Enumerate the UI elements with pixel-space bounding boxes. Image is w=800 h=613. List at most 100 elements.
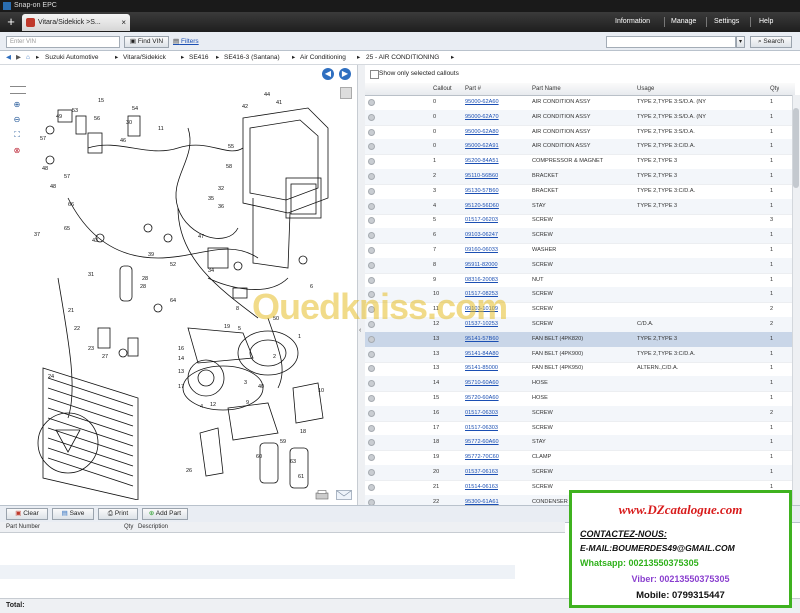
col-qty[interactable]: Qty	[124, 522, 133, 532]
callout-label[interactable]: 18	[300, 429, 306, 435]
zoom-in-icon[interactable]: ⊕	[12, 100, 22, 110]
close-icon[interactable]: ×	[121, 14, 126, 31]
callout-label[interactable]: 4	[200, 404, 203, 410]
table-row[interactable]: 1 95200-84A51 COMPRESSOR & MAGNET TYPE 2,TY…	[365, 154, 795, 171]
callout-label[interactable]: 39	[148, 252, 154, 258]
select-radio[interactable]	[368, 395, 375, 402]
menu-lines-icon[interactable]	[10, 86, 26, 94]
table-row[interactable]: 6 09103-06247 SCREW 1	[365, 228, 795, 245]
callout-label[interactable]: 47	[198, 234, 204, 240]
breadcrumb-item[interactable]: Suzuki Automotive	[45, 51, 98, 64]
select-radio[interactable]	[368, 469, 375, 476]
callout-label[interactable]: 57	[40, 136, 46, 142]
callout-label[interactable]: 48	[50, 184, 56, 190]
callout-label[interactable]: 16	[178, 346, 184, 352]
zoom-out-icon[interactable]: ⊖	[12, 115, 22, 125]
select-radio[interactable]	[368, 261, 375, 269]
callout-label[interactable]: 59	[280, 439, 286, 445]
callout-label[interactable]: 48	[42, 166, 48, 172]
callout-label[interactable]: 63	[290, 459, 296, 465]
table-row[interactable]: 18 95772-60A60 STAY 1	[365, 435, 795, 452]
callout-label[interactable]: 40	[258, 384, 264, 390]
menu-information[interactable]: Information	[615, 12, 650, 32]
callout-label[interactable]: 28	[140, 284, 146, 290]
cell-part-number-link[interactable]: 95300-61A61	[465, 495, 499, 505]
table-row[interactable]: 17 01517-06303 SCREW 1	[365, 421, 795, 437]
callout-label[interactable]: 35	[208, 196, 214, 202]
callout-label[interactable]: 12	[210, 402, 216, 408]
callout-label[interactable]: 64	[170, 298, 176, 304]
splitter-arrow-icon[interactable]: ‹	[359, 327, 361, 334]
col-usage[interactable]: Usage	[637, 83, 654, 95]
table-row[interactable]: 15 95720-60A60 HOSE 1	[365, 391, 795, 407]
callout-label[interactable]: 3	[244, 380, 247, 386]
cell-part-number-link[interactable]: 95141-57B60	[465, 332, 499, 347]
breadcrumb-item[interactable]: Air Conditioning	[300, 51, 346, 64]
col-part-number[interactable]: Part Number	[6, 522, 40, 532]
breadcrumb-item[interactable]: SE416	[189, 51, 209, 64]
cell-part-number-link[interactable]: 95000-62A60	[465, 95, 499, 110]
forward-arrow-icon[interactable]: ▶	[16, 51, 21, 64]
cell-part-number-link[interactable]: 95120-56D60	[465, 199, 499, 214]
callout-label[interactable]: 14	[178, 356, 184, 362]
vin-input[interactable]: Enter VIN	[6, 36, 120, 48]
select-radio[interactable]	[368, 173, 375, 180]
cell-part-number-link[interactable]: 95110-56B60	[465, 169, 498, 184]
callout-label[interactable]: 13	[178, 369, 184, 375]
print-diagram-icon[interactable]	[315, 490, 329, 500]
cell-part-number-link[interactable]: 09160-06033	[465, 243, 498, 258]
callout-label[interactable]: 2	[273, 354, 276, 360]
next-page-icon[interactable]: ▶	[339, 68, 351, 80]
table-row[interactable]: 20 01537-06163 SCREW 1	[365, 465, 795, 481]
cell-part-number-link[interactable]: 95000-62A70	[465, 110, 499, 125]
select-radio[interactable]	[368, 350, 375, 358]
callout-label[interactable]: 36	[218, 204, 224, 210]
callout-label[interactable]: 8	[236, 306, 239, 312]
callout-label[interactable]: 43	[92, 238, 98, 244]
cell-part-number-link[interactable]: 01537-06163	[465, 465, 498, 480]
chevron-down-icon[interactable]: ▾	[736, 36, 745, 48]
callout-label[interactable]: 41	[276, 100, 282, 106]
callout-label[interactable]: 58	[226, 164, 232, 170]
selected-parts-list[interactable]	[0, 533, 565, 598]
select-radio[interactable]	[368, 99, 375, 106]
home-icon[interactable]: ⌂	[26, 51, 30, 64]
callout-label[interactable]: 60	[256, 454, 262, 460]
callout-label[interactable]: 17	[178, 384, 184, 390]
menu-manage[interactable]: Manage	[671, 12, 696, 32]
callout-label[interactable]: 27	[102, 354, 108, 360]
table-row[interactable]: 19 95772-70C60 CLAMP 1	[365, 450, 795, 467]
callout-label[interactable]: 21	[68, 308, 74, 314]
select-radio[interactable]	[368, 276, 375, 284]
show-selected-checkbox[interactable]	[370, 70, 379, 79]
table-row[interactable]: 5 01517-06203 SCREW 3	[365, 213, 795, 230]
select-radio[interactable]	[368, 113, 375, 121]
table-row[interactable]: 4 95120-56D60 STAY TYPE 2,TYPE 3 1	[365, 198, 795, 215]
callout-label[interactable]: 15	[98, 98, 104, 104]
list-row[interactable]	[0, 565, 515, 579]
callout-label[interactable]: 26	[186, 468, 192, 474]
cell-part-number-link[interactable]: 09103-06247	[465, 228, 498, 243]
add-part-button[interactable]: ⊕ Add Part	[142, 508, 188, 520]
menu-help[interactable]: Help	[759, 12, 773, 32]
cell-part-number-link[interactable]: 95000-62A91	[465, 139, 499, 154]
col-part-number[interactable]: Part #	[465, 83, 481, 95]
select-radio[interactable]	[368, 202, 375, 210]
table-row[interactable]: 3 95130-57B60 BRACKET TYPE 2,TYPE 3:C/D.A. 1	[365, 184, 795, 200]
callout-label[interactable]: 61	[298, 474, 304, 480]
col-qty[interactable]: Qty	[770, 83, 779, 95]
back-arrow-icon[interactable]: ◀	[6, 51, 11, 64]
cell-part-number-link[interactable]: 01517-06203	[465, 213, 498, 228]
select-radio[interactable]	[368, 380, 375, 388]
fit-icon[interactable]: ⛶	[12, 130, 22, 140]
callout-label[interactable]: 44	[264, 92, 270, 98]
previous-page-icon[interactable]: ◀	[322, 68, 334, 80]
callout-label[interactable]: 34	[208, 268, 214, 274]
print-button[interactable]: ⎙ Print	[98, 508, 138, 520]
callout-label[interactable]: 32	[218, 186, 224, 192]
save-button[interactable]: ▤ Save	[52, 508, 94, 520]
select-radio[interactable]	[368, 454, 375, 462]
select-radio[interactable]	[368, 217, 375, 225]
callout-label[interactable]: 19	[224, 324, 230, 330]
cell-part-number-link[interactable]: 95911-82000	[465, 258, 498, 273]
